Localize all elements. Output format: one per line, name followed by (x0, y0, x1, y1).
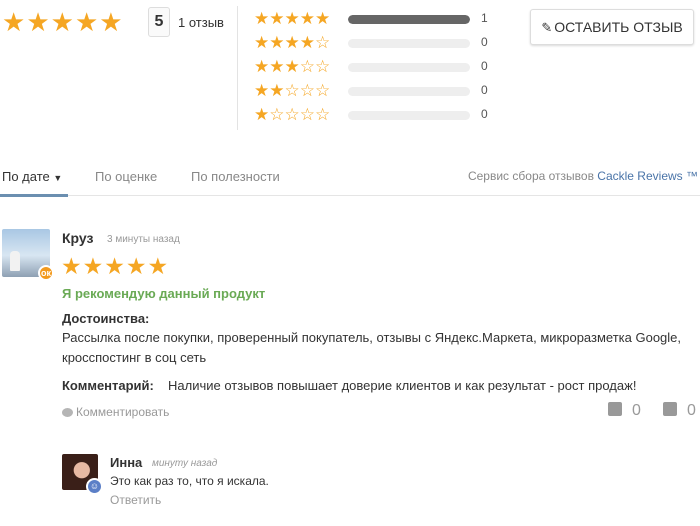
tab-by-rating[interactable]: По оценке (95, 169, 157, 184)
pros-heading: Достоинства: (62, 311, 150, 326)
star-icon: ★ (125, 253, 148, 279)
star-icon: ★ (74, 7, 100, 37)
tab-active-indicator (0, 194, 68, 197)
summary-score: 5 (148, 7, 170, 37)
star-icon: ☆ (315, 81, 331, 100)
distribution-row-5[interactable]: ★★★★★ 1 (254, 10, 504, 28)
star-icon: ☆ (284, 81, 300, 100)
distribution-row-2[interactable]: ★★☆☆☆ 0 (254, 82, 504, 100)
star-icon: ★ (82, 253, 105, 279)
star-icon: ★ (104, 253, 126, 279)
star-icon: ★ (2, 7, 27, 37)
star-icon: ★ (299, 9, 315, 28)
distribution-bar-fill (348, 15, 470, 24)
summary-divider (237, 6, 238, 130)
star-icon: ★ (147, 253, 170, 279)
reply-author[interactable]: Инна (110, 455, 142, 470)
thumbs-up-count: 0 (687, 402, 696, 419)
star-icon: ★ (284, 33, 300, 52)
pencil-icon: ✎ (541, 20, 553, 35)
distribution-stars: ★★★★★ (254, 10, 330, 28)
review-author[interactable]: Круз (62, 230, 93, 246)
star-icon: ★ (254, 9, 270, 28)
star-icon: ☆ (299, 57, 315, 76)
summary-rating-stars: ★★★★★ (2, 8, 124, 36)
distribution-stars: ★★★☆☆ (254, 58, 330, 76)
avatar-figure (10, 251, 20, 271)
service-note: Сервис сбора отзывов Cackle Reviews ™ (468, 169, 698, 183)
reply-time: минуту назад (152, 458, 218, 469)
reply-text: Это как раз то, что я искала. (110, 474, 269, 488)
pros-text: Рассылка после покупки, проверенный поку… (62, 330, 682, 365)
service-prefix: Сервис сбора отзывов (467, 169, 594, 183)
distribution-row-1[interactable]: ★☆☆☆☆ 0 (254, 106, 504, 124)
comment-button-label: Комментировать (76, 405, 170, 419)
distribution-bar (348, 87, 470, 96)
reply-button[interactable]: Ответить (110, 493, 161, 507)
comment-heading: Комментарий: (62, 378, 154, 393)
thumbs-down-icon (608, 402, 622, 416)
odnoklassniki-icon: ок (38, 265, 54, 281)
tab-by-usefulness[interactable]: По полезности (191, 169, 280, 184)
star-icon: ★ (254, 105, 270, 124)
star-icon: ☆ (299, 81, 315, 100)
review-recommendation: Я рекомендую данный продукт (62, 286, 266, 301)
write-review-button[interactable]: ✎ ОСТАВИТЬ ОТЗЫВ (530, 9, 694, 45)
vk-icon: ☺ (86, 478, 103, 495)
star-icon: ★ (269, 57, 285, 76)
sort-tabs: По дате ▼ По оценке По полезности Сервис… (0, 162, 700, 197)
review-rating-stars: ★★★★★ (61, 254, 169, 278)
star-icon: ★ (254, 81, 270, 100)
distribution-count: 0 (481, 107, 488, 121)
distribution-count: 0 (481, 59, 488, 73)
star-icon: ☆ (269, 105, 285, 124)
star-icon: ★ (269, 9, 285, 28)
tab-label: По дате (2, 169, 50, 184)
speech-bubble-icon (62, 408, 73, 417)
distribution-count: 0 (481, 83, 488, 97)
distribution-bar (348, 39, 470, 48)
distribution-bar (348, 63, 470, 72)
comment-text: Наличие отзывов повышает доверие клиенто… (168, 378, 637, 393)
thumbs-down-button[interactable]: 0 (608, 402, 641, 420)
star-icon: ★ (284, 9, 300, 28)
thumbs-up-button[interactable]: 0 (663, 402, 696, 420)
distribution-count: 0 (481, 35, 488, 49)
distribution-stars: ★★☆☆☆ (254, 82, 330, 100)
caret-down-icon: ▼ (53, 173, 63, 183)
thumbs-down-count: 0 (632, 402, 641, 419)
star-icon: ★ (99, 7, 124, 37)
star-icon: ☆ (315, 33, 331, 52)
star-icon: ★ (254, 57, 270, 76)
summary-review-count: 1 отзыв (178, 15, 224, 30)
distribution-bar (348, 15, 470, 24)
star-icon: ★ (299, 33, 315, 52)
distribution-count: 1 (481, 11, 488, 25)
star-icon: ☆ (299, 105, 315, 124)
star-icon: ★ (315, 9, 331, 28)
star-icon: ★ (61, 253, 83, 279)
distribution-stars: ★★★★☆ (254, 34, 330, 52)
comment-button[interactable]: Комментировать (62, 405, 169, 419)
star-icon: ★ (26, 7, 51, 37)
star-icon: ☆ (315, 57, 331, 76)
star-icon: ★ (284, 57, 300, 76)
star-icon: ★ (254, 33, 270, 52)
review-time: 3 минуты назад (107, 234, 180, 245)
cackle-reviews-link[interactable]: Cackle Reviews ™ (597, 169, 698, 183)
tab-by-date[interactable]: По дате ▼ (2, 169, 62, 184)
write-review-label: ОСТАВИТЬ ОТЗЫВ (554, 19, 683, 35)
star-icon: ★ (269, 81, 285, 100)
distribution-row-4[interactable]: ★★★★☆ 0 (254, 34, 504, 52)
star-icon: ★ (50, 7, 75, 37)
distribution-bar (348, 111, 470, 120)
distribution-stars: ★☆☆☆☆ (254, 106, 330, 124)
star-icon: ★ (269, 33, 285, 52)
thumbs-up-icon (663, 402, 677, 416)
star-icon: ☆ (284, 105, 300, 124)
star-icon: ☆ (315, 105, 331, 124)
distribution-row-3[interactable]: ★★★☆☆ 0 (254, 58, 504, 76)
